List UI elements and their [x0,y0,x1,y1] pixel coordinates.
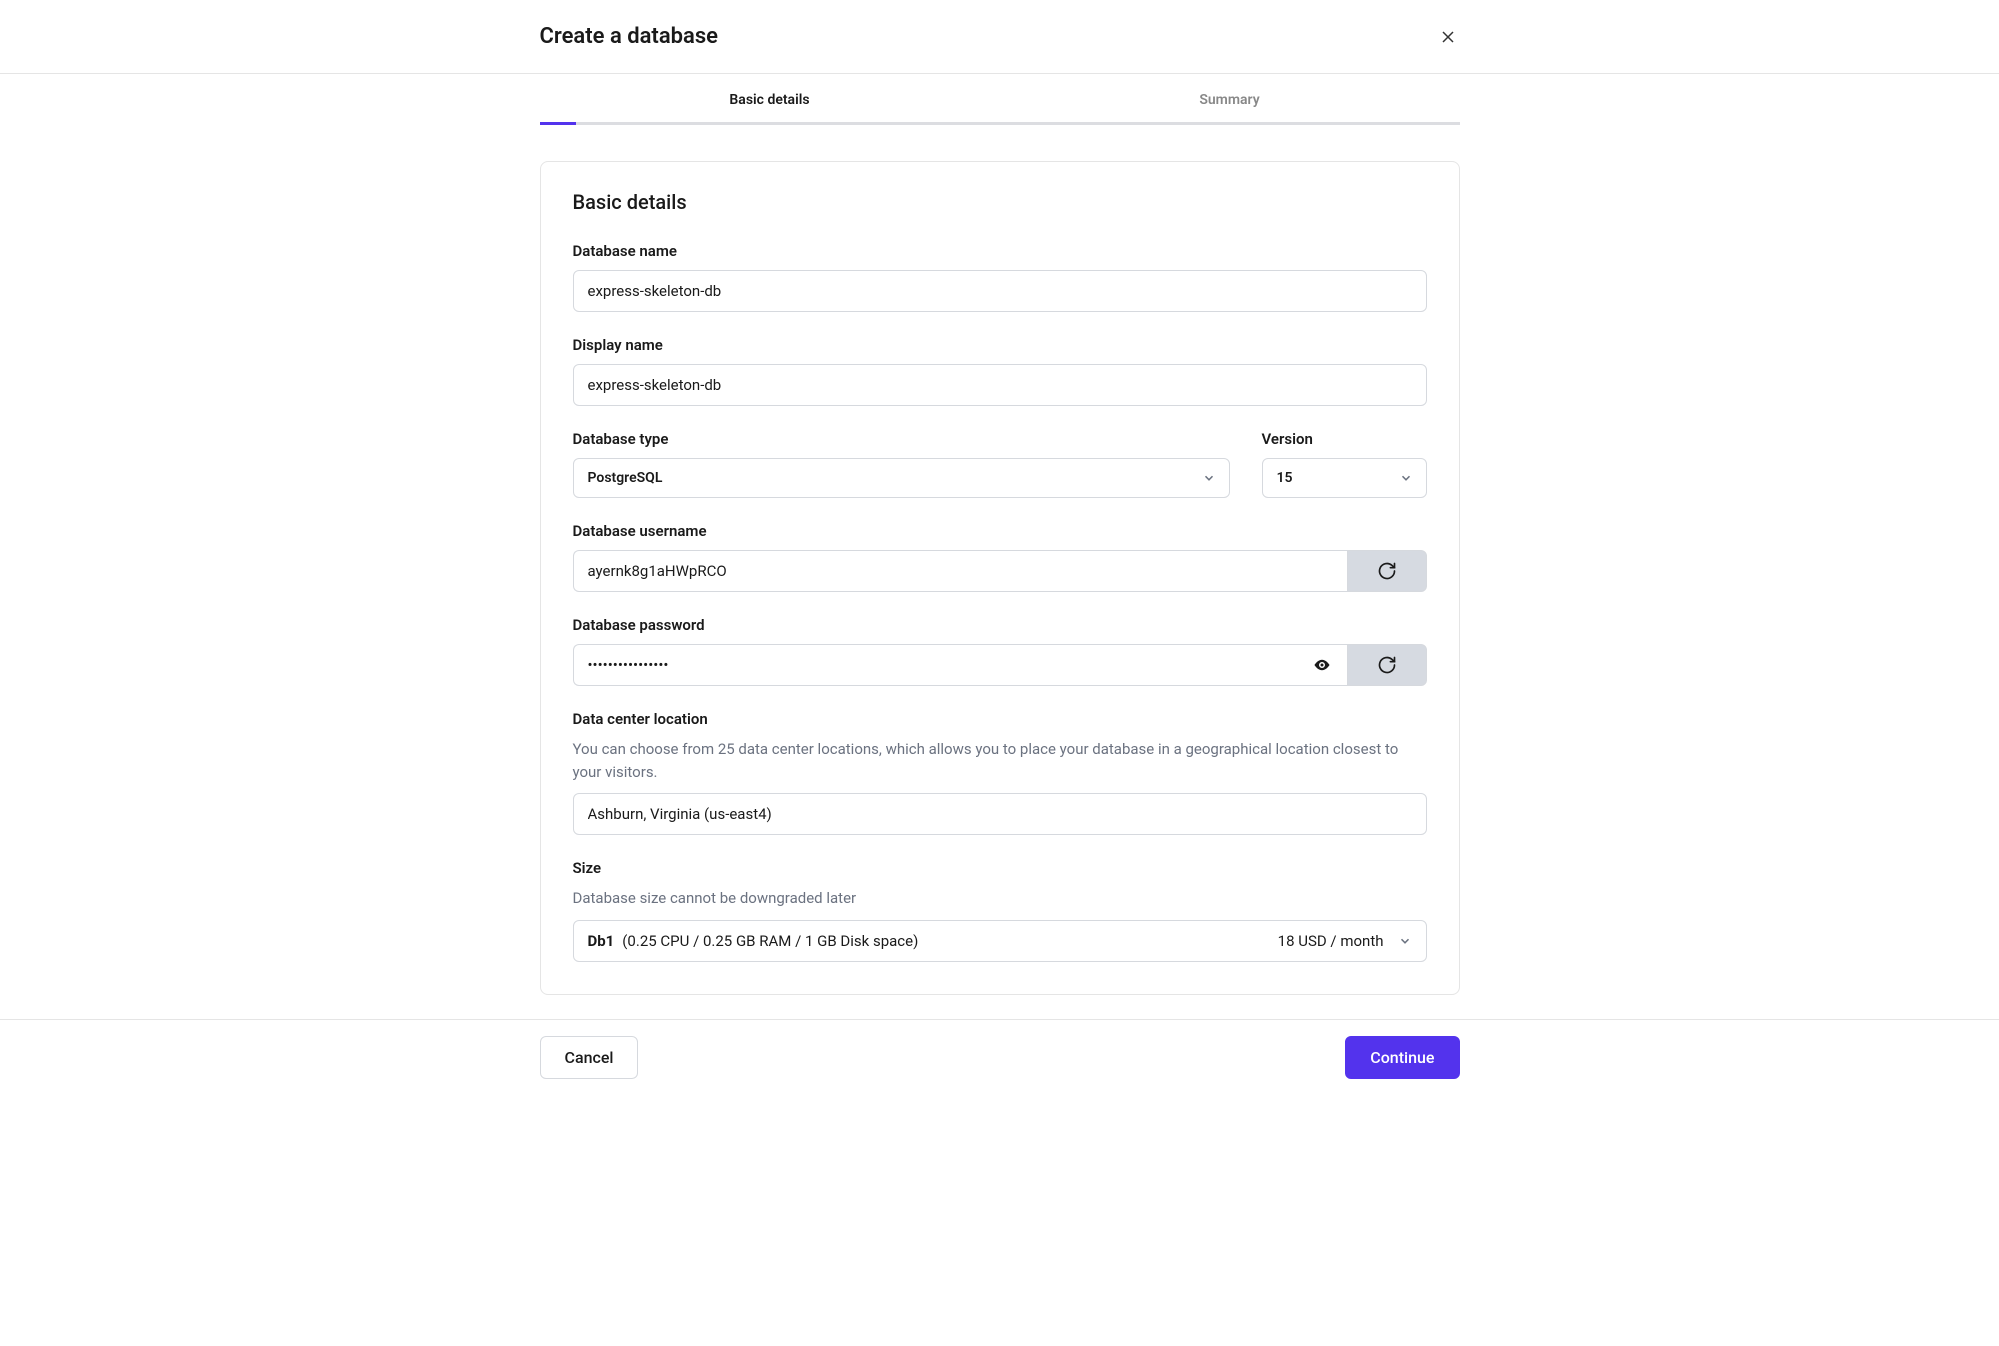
select-size[interactable]: Db1 (0.25 CPU / 0.25 GB RAM / 1 GB Disk … [573,920,1427,962]
field-data-center-location: Data center location You can choose from… [573,710,1427,835]
modal-header: Create a database [540,0,1460,73]
progress-track [540,122,1460,125]
field-database-password: Database password [573,616,1427,686]
helper-data-center-location: You can choose from 25 data center locat… [573,738,1427,783]
field-version: Version 15 [1262,430,1427,498]
refresh-icon [1377,561,1397,581]
close-icon [1440,29,1456,45]
close-button[interactable] [1436,25,1460,49]
toggle-password-visibility-button[interactable] [1309,652,1335,678]
input-database-username[interactable] [573,550,1347,592]
size-description: Db1 (0.25 CPU / 0.25 GB RAM / 1 GB Disk … [588,932,919,950]
progress-fill [540,122,577,125]
field-database-type: Database type PostgreSQL [573,430,1230,498]
field-database-name: Database name [573,242,1427,312]
field-display-name: Display name [573,336,1427,406]
field-row-type-version: Database type PostgreSQL Version 15 [573,430,1427,498]
modal-title: Create a database [540,24,718,49]
section-heading: Basic details [573,190,1427,214]
tab-summary[interactable]: Summary [1000,92,1460,122]
helper-size: Database size cannot be downgraded later [573,887,1427,910]
label-database-type: Database type [573,430,1230,448]
eye-icon [1313,656,1331,674]
field-size: Size Database size cannot be downgraded … [573,859,1427,962]
size-price-wrap: 18 USD / month [1278,932,1412,950]
refresh-icon [1377,655,1397,675]
label-database-username: Database username [573,522,1427,540]
select-database-type[interactable]: PostgreSQL [573,458,1230,498]
label-size: Size [573,859,1427,877]
wizard-tabs: Basic details Summary [540,74,1460,122]
continue-button[interactable]: Continue [1345,1036,1459,1079]
size-spec: (0.25 CPU / 0.25 GB RAM / 1 GB Disk spac… [622,932,918,950]
size-price: 18 USD / month [1278,932,1384,950]
regenerate-username-button[interactable] [1347,550,1427,592]
select-version[interactable]: 15 [1262,458,1427,498]
label-version: Version [1262,430,1427,448]
input-display-name[interactable] [573,364,1427,406]
label-database-name: Database name [573,242,1427,260]
cancel-button[interactable]: Cancel [540,1036,639,1079]
input-database-password[interactable] [573,644,1347,686]
input-data-center-location[interactable] [573,793,1427,835]
input-database-name[interactable] [573,270,1427,312]
regenerate-password-button[interactable] [1347,644,1427,686]
form-card: Basic details Database name Display name… [540,161,1460,995]
size-name: Db1 [588,932,615,950]
tab-basic-details[interactable]: Basic details [540,92,1000,122]
label-database-password: Database password [573,616,1427,634]
label-data-center-location: Data center location [573,710,1427,728]
field-database-username: Database username [573,522,1427,592]
label-display-name: Display name [573,336,1427,354]
chevron-down-icon [1398,934,1412,948]
modal-footer: Cancel Continue [0,1019,1999,1097]
